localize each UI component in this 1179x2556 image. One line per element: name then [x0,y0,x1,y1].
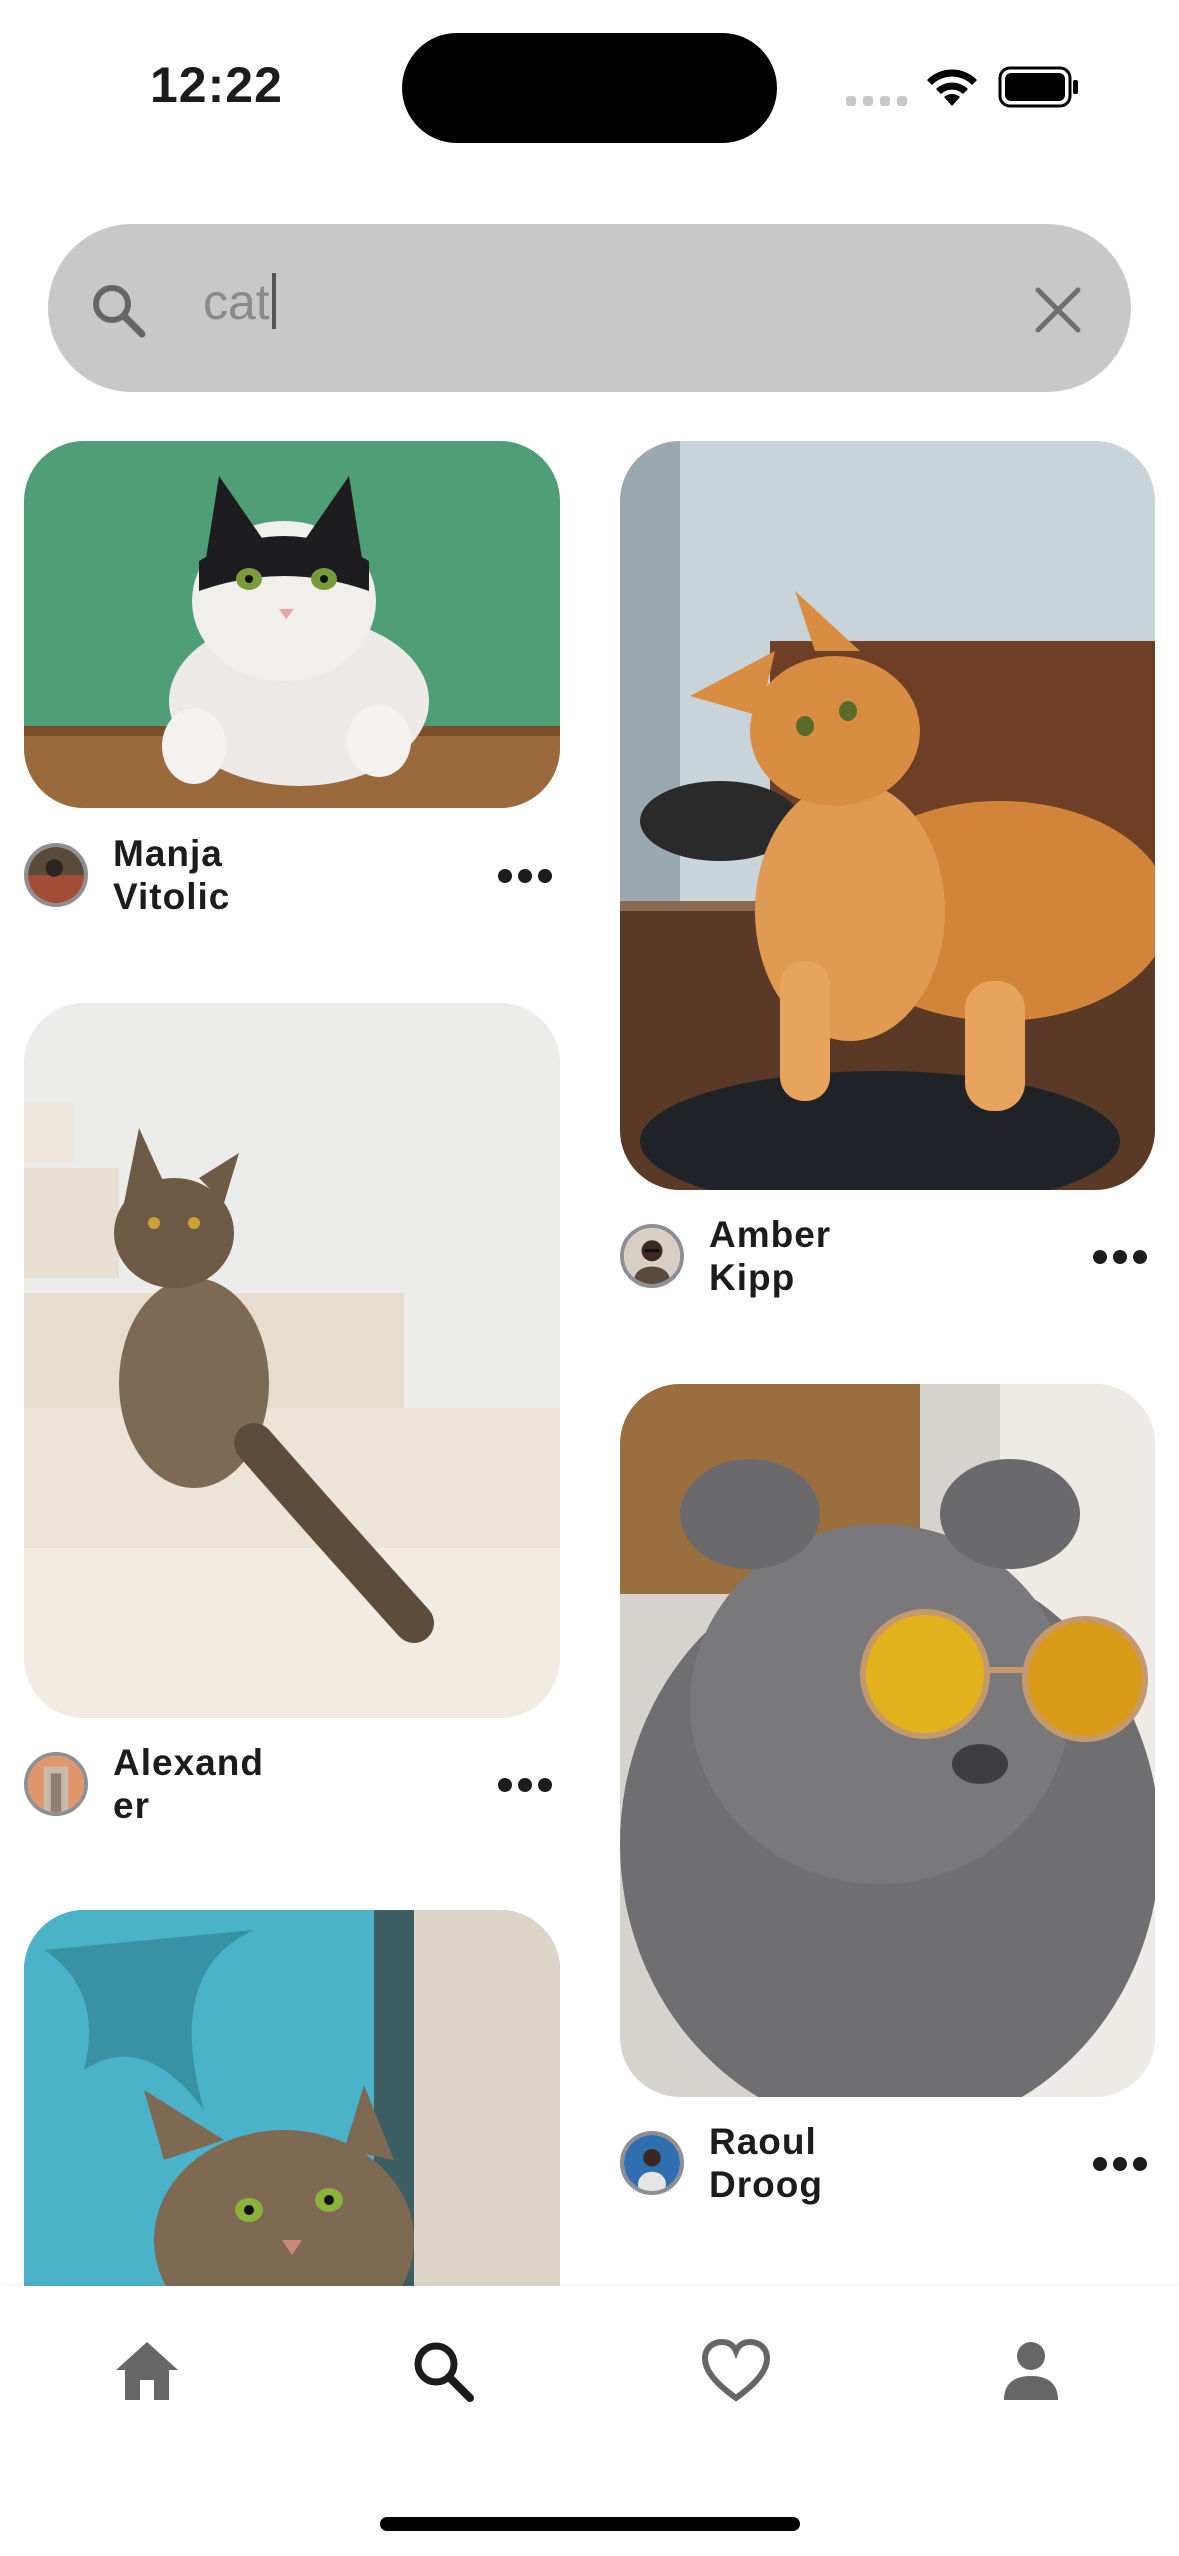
more-options-icon[interactable] [495,866,555,886]
clear-search-icon[interactable] [1028,280,1088,340]
pin-image-cat-sunglasses[interactable] [620,1384,1155,2097]
pin-author[interactable]: Alexand er [113,1741,264,1827]
pin-image-orange-cat[interactable] [620,441,1155,1190]
more-options-icon[interactable] [495,1775,555,1795]
pin-author[interactable]: Raoul Droog [709,2120,823,2206]
avatar[interactable] [620,1224,684,1288]
status-bar: 12:22 [0,0,1179,175]
pin-image-tabby-cat-stairs[interactable] [24,1003,560,1718]
more-options-icon[interactable] [1090,1247,1150,1267]
pin-author[interactable]: Amber Kipp [709,1213,831,1299]
heart-icon[interactable] [701,2336,771,2406]
battery-icon [998,66,1078,108]
home-indicator [380,2517,800,2531]
bottom-navigation-bar [0,2286,1179,2556]
profile-icon[interactable] [996,2336,1066,2406]
pin-image-tuxedo-cat[interactable] [24,441,560,808]
home-icon[interactable] [112,2336,182,2406]
pin-author[interactable]: Manja Vitolic [113,832,230,918]
avatar[interactable] [24,843,88,907]
avatar[interactable] [24,1752,88,1816]
status-time: 12:22 [150,57,283,113]
cellular-signal-icon [846,96,907,106]
search-icon [93,285,146,338]
search-input[interactable]: cat [203,270,276,334]
dynamic-island [402,33,777,143]
more-options-icon[interactable] [1090,2154,1150,2174]
wifi-icon [927,69,977,106]
text-caret [271,273,276,329]
search-icon[interactable] [408,2336,478,2406]
avatar[interactable] [620,2131,684,2195]
